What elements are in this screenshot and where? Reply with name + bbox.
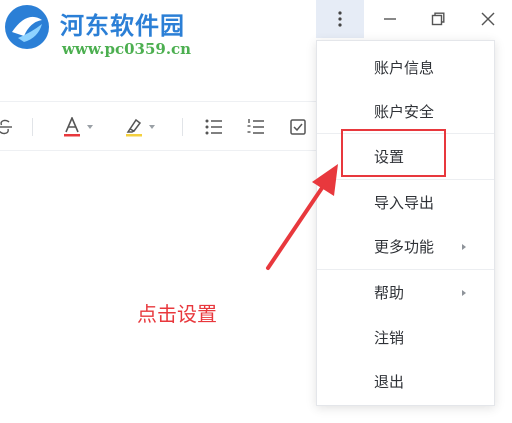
highlighter-icon xyxy=(126,118,142,137)
callout-text: 点击设置 xyxy=(137,302,217,326)
chevron-right-icon xyxy=(462,290,466,296)
checklist-button[interactable] xyxy=(286,114,310,140)
close-icon xyxy=(481,12,495,26)
toolbar-divider xyxy=(182,118,183,136)
watermark-url: www.pc0359.cn xyxy=(62,40,192,58)
settings-highlight-box xyxy=(341,129,446,177)
numbered-list-button[interactable] xyxy=(244,114,268,140)
toolbar-divider xyxy=(32,118,33,136)
text-color-icon xyxy=(64,117,80,137)
menu-item-label: 导入导出 xyxy=(374,194,435,212)
watermark-logo xyxy=(2,2,52,52)
minimize-icon xyxy=(384,18,396,20)
menu-item-label: 账户信息 xyxy=(374,59,435,77)
numbered-list-icon xyxy=(247,119,264,134)
strikethrough-button[interactable] xyxy=(0,114,14,140)
menu-item-label: 帮助 xyxy=(374,284,405,302)
restore-icon xyxy=(431,12,445,26)
pointer-arrow-icon xyxy=(266,164,338,270)
chevron-down-icon xyxy=(87,125,93,129)
watermark-title: 河东软件园 xyxy=(60,11,185,40)
highlight-color-button[interactable] xyxy=(118,114,162,140)
menu-item-logout[interactable]: 注销 xyxy=(317,315,494,360)
editor-toolbar xyxy=(0,101,318,151)
chevron-right-icon xyxy=(462,244,466,250)
restore-button[interactable] xyxy=(414,0,462,38)
vertical-dots-icon xyxy=(338,11,342,27)
menu-item-label: 退出 xyxy=(374,373,405,391)
menu-item-label: 更多功能 xyxy=(374,238,435,256)
more-options-button[interactable] xyxy=(316,0,364,38)
minimize-button[interactable] xyxy=(366,0,414,38)
text-color-button[interactable] xyxy=(56,114,100,140)
menu-item-exit[interactable]: 退出 xyxy=(317,359,494,404)
chevron-down-icon xyxy=(149,125,155,129)
strikethrough-icon xyxy=(0,119,12,135)
bullet-list-button[interactable] xyxy=(202,114,226,140)
checkbox-icon xyxy=(290,119,306,135)
menu-item-label: 账户安全 xyxy=(374,103,435,121)
menu-item-account-info[interactable]: 账户信息 xyxy=(317,45,494,90)
menu-item-account-security[interactable]: 账户安全 xyxy=(317,89,494,134)
menu-item-label: 注销 xyxy=(374,329,405,347)
close-button[interactable] xyxy=(464,0,512,38)
bullet-list-icon xyxy=(205,119,222,135)
